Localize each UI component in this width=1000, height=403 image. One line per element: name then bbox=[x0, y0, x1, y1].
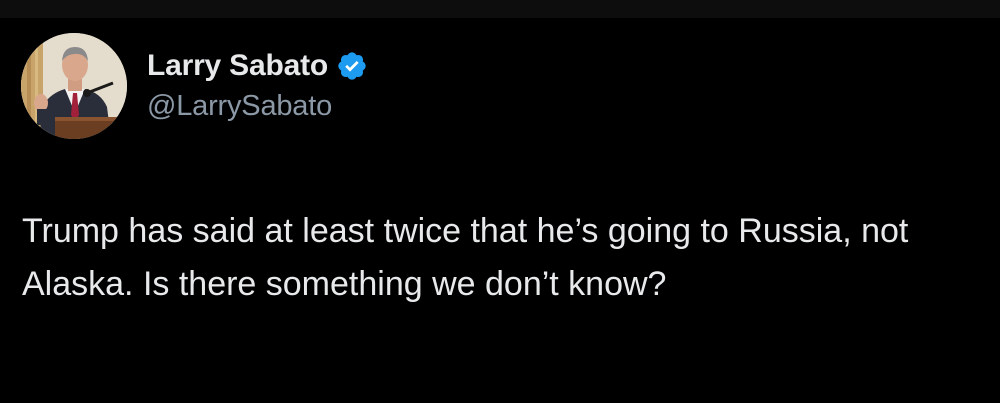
avatar-image bbox=[21, 33, 127, 139]
avatar[interactable] bbox=[21, 33, 127, 139]
name-row: Larry Sabato bbox=[147, 46, 368, 86]
display-name[interactable]: Larry Sabato bbox=[147, 49, 328, 83]
top-strip bbox=[0, 0, 1000, 18]
user-info: Larry Sabato @LarrySabato bbox=[147, 46, 368, 123]
verified-badge-icon bbox=[336, 50, 368, 82]
tweet-card: Larry Sabato @LarrySabato Trump has said… bbox=[0, 18, 1000, 403]
user-handle[interactable]: @LarrySabato bbox=[147, 90, 368, 123]
tweet-text: Trump has said at least twice that he’s … bbox=[22, 212, 916, 303]
